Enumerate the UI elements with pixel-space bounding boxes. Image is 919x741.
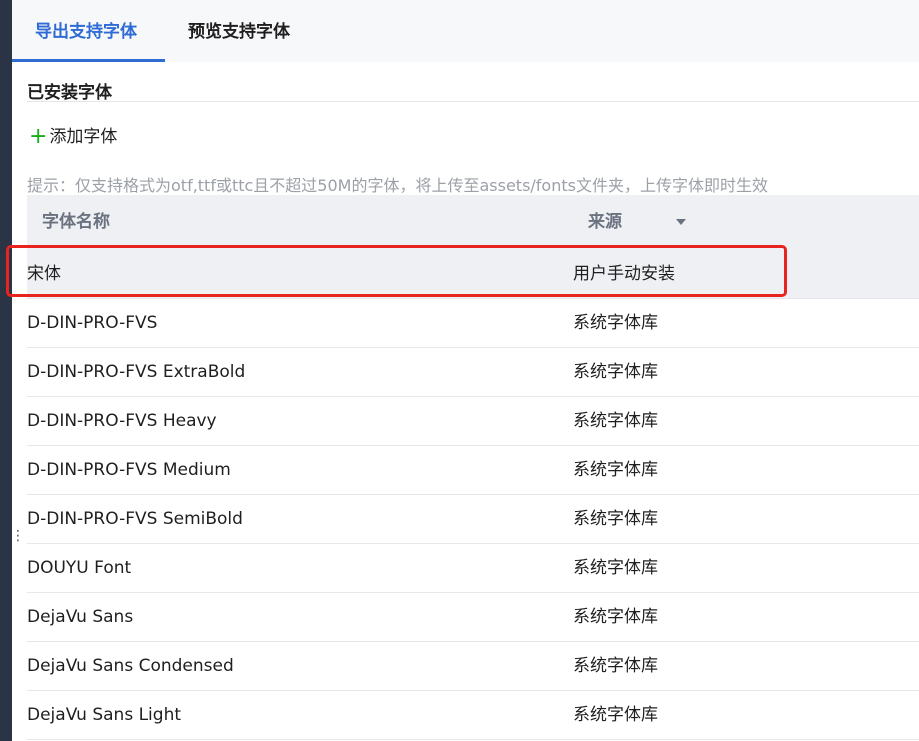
font-name-cell: D-DIN-PRO-FVS ExtraBold — [27, 362, 246, 382]
column-header-name: 字体名称 — [42, 212, 110, 232]
table-row[interactable]: DOUYU Font 系统字体库 — [27, 544, 919, 593]
table-body: 宋体 用户手动安装 D-DIN-PRO-FVS 系统字体库 D-DIN-PRO-FVS … — [27, 250, 919, 740]
sort-caret-icon[interactable] — [676, 219, 686, 225]
active-tab-indicator — [12, 59, 165, 62]
font-source-cell: 用户手动安装 — [573, 264, 675, 284]
font-source-cell: 系统字体库 — [573, 411, 658, 431]
table-header: 字体名称 来源 — [27, 195, 919, 250]
font-source-cell: 系统字体库 — [573, 656, 658, 676]
table-row[interactable]: D-DIN-PRO-FVS Medium 系统字体库 — [27, 446, 919, 495]
font-name-cell: D-DIN-PRO-FVS Medium — [27, 460, 231, 480]
font-name-cell: DejaVu Sans Condensed — [27, 656, 234, 676]
tab-bar: 导出支持字体 预览支持字体 — [12, 0, 919, 62]
fonts-table: 字体名称 来源 宋体 用户手动安装 D-DIN-PRO-FVS 系统字体库 D-DIN-… — [27, 195, 919, 740]
font-name-cell: D-DIN-PRO-FVS — [27, 313, 158, 333]
column-header-source[interactable]: 来源 — [588, 195, 622, 250]
font-source-cell: 系统字体库 — [573, 607, 658, 627]
font-name-cell: D-DIN-PRO-FVS Heavy — [27, 411, 217, 431]
section-title: 已安装字体 — [27, 83, 112, 103]
font-source-cell: 系统字体库 — [573, 313, 658, 333]
table-row[interactable]: DejaVu Sans Light 系统字体库 — [27, 691, 919, 740]
add-font-button[interactable]: + 添加字体 — [29, 124, 117, 150]
table-row[interactable]: D-DIN-PRO-FVS 系统字体库 — [27, 299, 919, 348]
add-font-label: 添加字体 — [49, 127, 118, 147]
font-source-cell: 系统字体库 — [573, 460, 658, 480]
upload-hint: 提示：仅支持格式为otf,ttf或ttc且不超过50M的字体，将上传至asset… — [27, 176, 768, 195]
font-source-cell: 系统字体库 — [573, 705, 658, 725]
font-name-cell: DejaVu Sans Light — [27, 705, 182, 725]
font-source-cell: 系统字体库 — [573, 509, 658, 529]
font-source-cell: 系统字体库 — [573, 558, 658, 578]
left-sidebar-strip — [0, 0, 12, 741]
table-row[interactable]: DejaVu Sans 系统字体库 — [27, 593, 919, 642]
plus-icon: + — [29, 124, 48, 149]
font-name-cell: DOUYU Font — [27, 558, 132, 578]
font-name-cell: 宋体 — [27, 264, 61, 284]
table-row[interactable]: 宋体 用户手动安装 — [27, 250, 919, 299]
tab-preview-fonts[interactable]: 预览支持字体 — [188, 0, 290, 62]
drag-handle-icon[interactable]: ⋮ — [11, 529, 25, 553]
table-row[interactable]: D-DIN-PRO-FVS ExtraBold 系统字体库 — [27, 348, 919, 397]
font-name-cell: D-DIN-PRO-FVS SemiBold — [27, 509, 243, 529]
font-source-cell: 系统字体库 — [573, 362, 658, 382]
tab-export-fonts[interactable]: 导出支持字体 — [35, 0, 137, 62]
font-name-cell: DejaVu Sans — [27, 607, 134, 627]
table-row[interactable]: DejaVu Sans Condensed 系统字体库 — [27, 642, 919, 691]
table-row[interactable]: D-DIN-PRO-FVS SemiBold 系统字体库 — [27, 495, 919, 544]
divider — [27, 101, 919, 102]
table-row[interactable]: D-DIN-PRO-FVS Heavy 系统字体库 — [27, 397, 919, 446]
